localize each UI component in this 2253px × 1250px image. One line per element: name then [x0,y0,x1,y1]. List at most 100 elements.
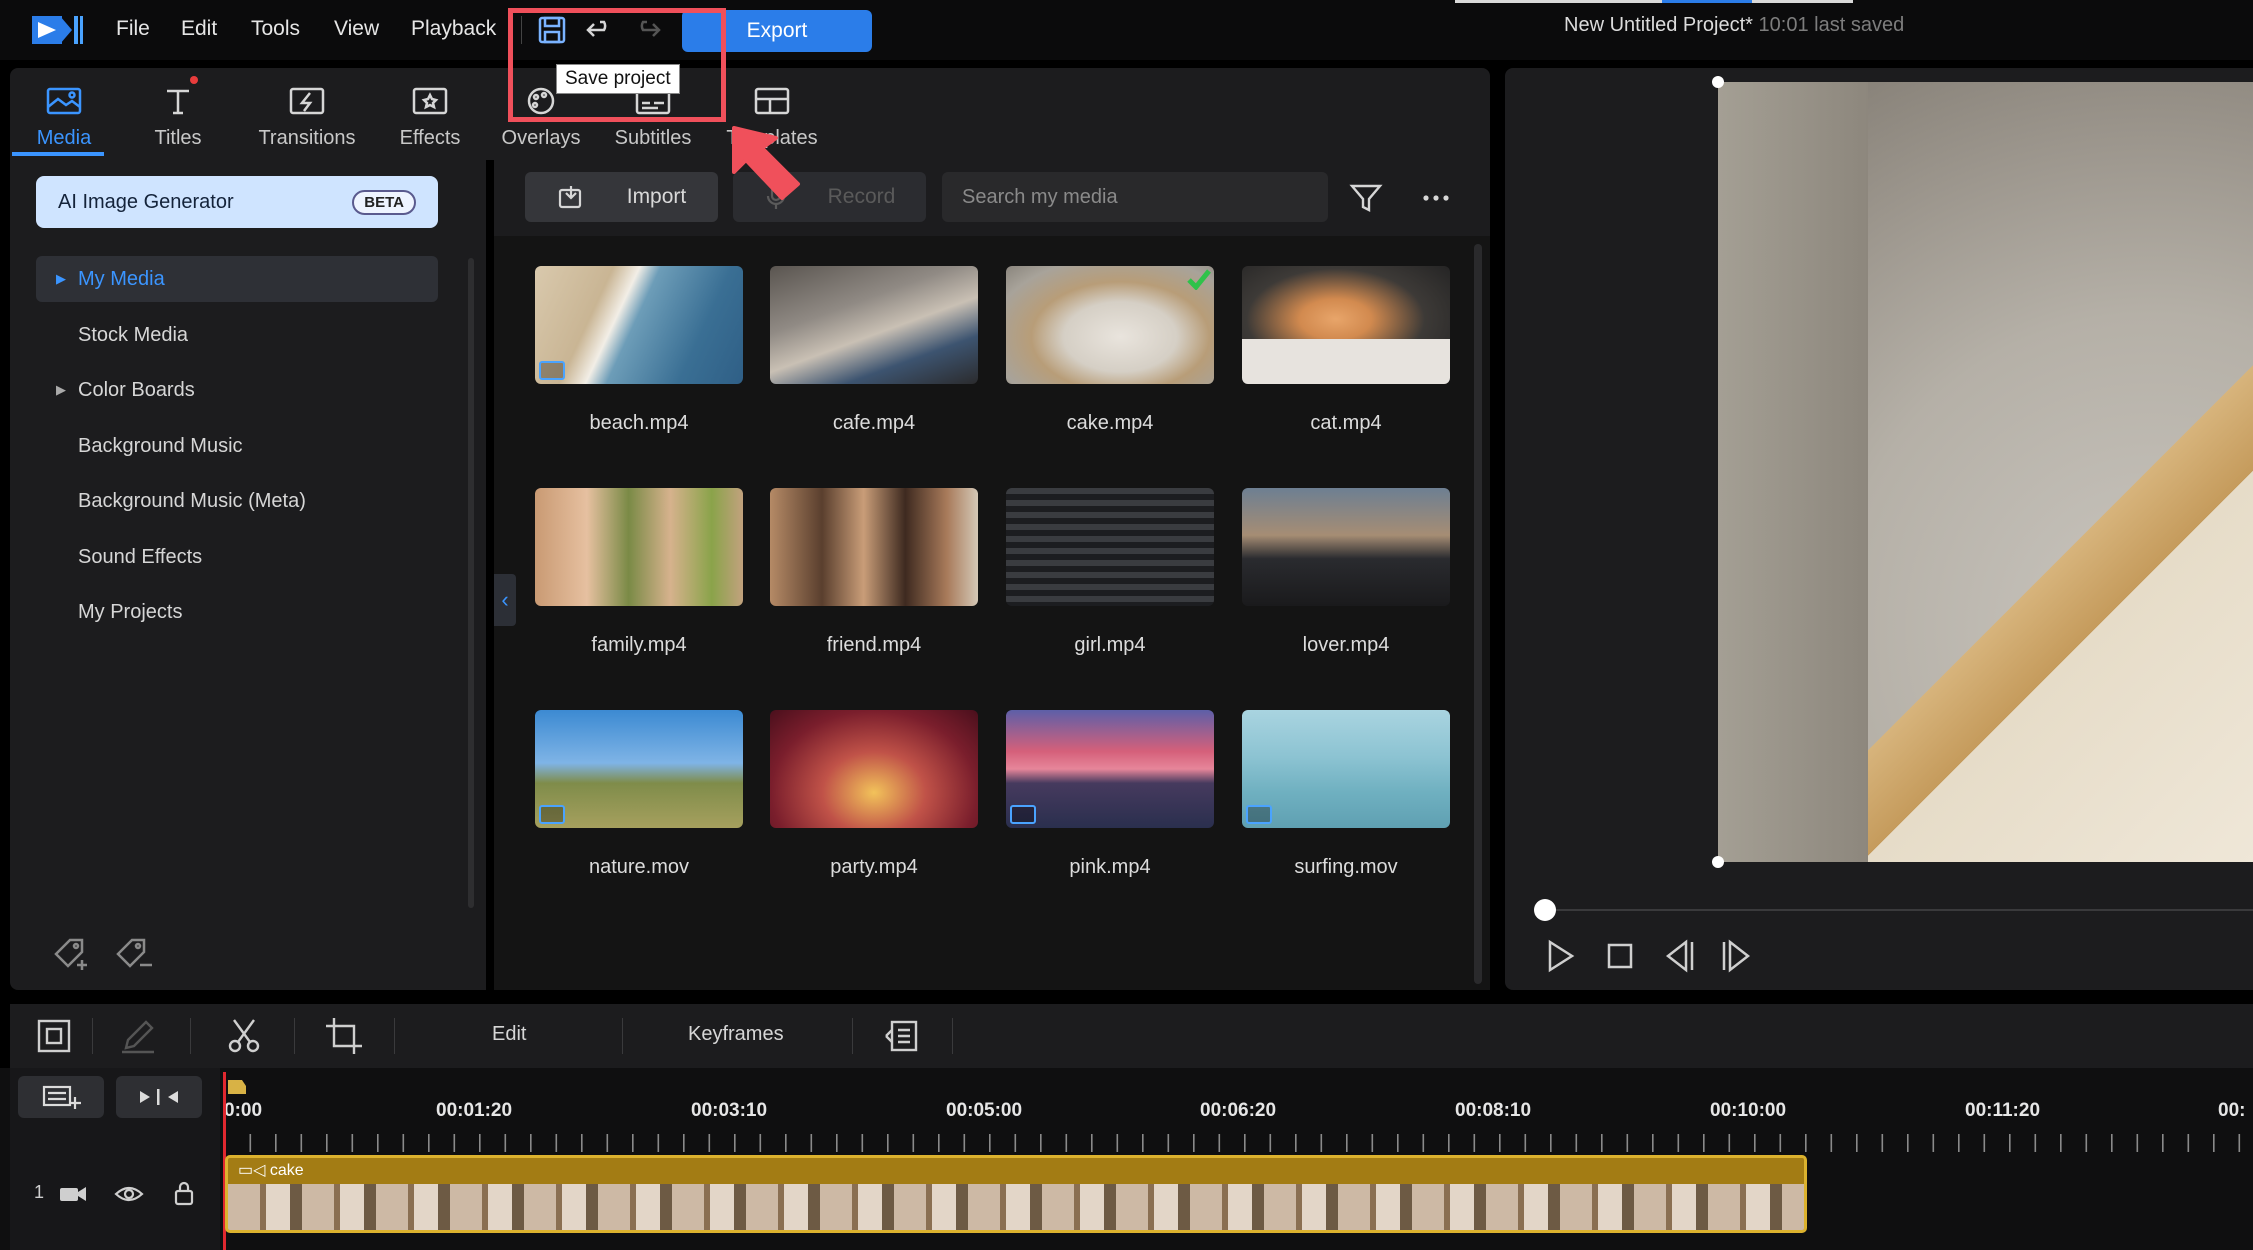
sidebar-item-background-music-meta[interactable]: Background Music (Meta) [36,478,438,524]
preview-scrubber-track[interactable] [1544,909,2253,911]
ruler-tick-label: 00:11:20 [1965,1100,2041,1121]
media-label: beach.mp4 [589,412,689,434]
sidebar-item-background-music[interactable]: Background Music [36,423,438,469]
video-badge-icon [539,361,565,380]
media-thumbnail[interactable] [770,266,978,384]
toolbar-divider [394,1018,395,1054]
media-scrollbar[interactable] [1474,244,1482,984]
sidebar-item-label: Background Music (Meta) [78,489,306,512]
add-track-button[interactable] [18,1076,104,1118]
tab-effects[interactable]: Effects [382,68,478,160]
tab-label: Effects [399,127,461,149]
sidebar-item-my-media[interactable]: ▶ My Media [36,256,438,302]
menubar: File Edit Tools View Playback Export New… [0,0,2253,60]
thumb-detail [1242,339,1450,384]
menu-edit[interactable]: Edit [181,14,217,44]
sidebar-item-color-boards[interactable]: ▶ Color Boards [36,367,438,413]
lock-icon[interactable] [172,1180,196,1206]
preview-scrubber-knob[interactable] [1534,899,1556,921]
collapse-sidebar-button[interactable]: ‹ [494,574,516,626]
tab-label: Overlays [501,127,581,149]
beta-badge: BETA [352,190,416,215]
preview-curtain [1718,82,1868,862]
import-button[interactable]: Import [525,172,718,222]
timeline-keyframes-button[interactable]: Keyframes [688,1023,784,1046]
timeline-ruler[interactable] [224,1130,2253,1152]
sidebar-item-label: Color Boards [78,378,195,401]
resize-handle[interactable] [1712,856,1724,868]
transitions-icon [289,87,325,115]
play-icon[interactable] [1540,936,1580,976]
media-label: party.mp4 [830,856,918,878]
import-icon [558,186,581,209]
media-label: lover.mp4 [1302,634,1390,656]
fit-timeline-button[interactable] [116,1076,202,1118]
previous-frame-icon[interactable] [1660,936,1700,976]
sidebar-item-my-projects[interactable]: My Projects [36,589,438,635]
tab-label: Subtitles [614,127,692,149]
expand-arrow-icon[interactable]: ▶ [56,382,66,398]
sidebar-scrollbar[interactable] [468,258,474,908]
timeline-clip[interactable]: ▭◁ cake [225,1155,1807,1233]
expand-arrow-icon[interactable]: ▶ [56,271,66,287]
stop-icon[interactable] [1600,936,1640,976]
video-badge-icon [1010,805,1036,824]
pen-icon[interactable] [118,1016,158,1056]
titles-icon [167,89,189,115]
sidebar-item-sound-effects[interactable]: Sound Effects [36,534,438,580]
media-thumbnail[interactable] [1242,710,1450,828]
remove-tag-icon[interactable] [112,930,156,974]
tab-label: Titles [154,127,202,149]
tab-label: Transitions [258,127,356,149]
menu-view[interactable]: View [334,14,379,44]
media-thumbnail[interactable] [770,710,978,828]
media-thumbnail[interactable] [1242,488,1450,606]
media-thumbnail[interactable] [535,488,743,606]
project-title: New Untitled Project* 10:01 last saved [1564,14,1904,37]
active-tab-indicator [12,152,104,156]
next-frame-icon[interactable] [1716,936,1756,976]
playhead-marker-icon[interactable] [226,1078,248,1096]
media-thumbnail[interactable] [1006,710,1214,828]
ai-image-generator-button[interactable]: AI Image Generator BETA [36,176,438,228]
timeline-select-icon[interactable] [34,1016,74,1056]
timeline-edit-button[interactable]: Edit [492,1023,526,1046]
fit-timeline-icon [140,1089,178,1105]
resize-handle[interactable] [1712,76,1724,88]
tab-titles[interactable]: Titles [132,68,224,160]
scissors-icon[interactable] [224,1016,264,1056]
ruler-tick-label: 00:01:20 [436,1100,513,1121]
filter-icon[interactable] [1348,180,1384,216]
media-icon [46,87,82,115]
menu-playback[interactable]: Playback [411,14,496,44]
sidebar-item-stock-media[interactable]: Stock Media [36,312,438,358]
media-thumbnail[interactable] [1242,266,1450,384]
media-thumbnail[interactable] [770,488,978,606]
subtitle-list-icon[interactable] [882,1016,922,1056]
eye-icon[interactable] [114,1182,144,1206]
search-input[interactable]: Search my media [942,172,1328,222]
media-thumbnail[interactable] [1006,488,1214,606]
ruler-tick-label: 00:05:00 [946,1100,1023,1121]
tab-transitions[interactable]: Transitions [242,68,372,160]
media-label: girl.mp4 [1074,634,1146,656]
ruler-tick-label: 00:08:10 [1455,1100,1532,1121]
preview-video[interactable] [1718,82,2253,862]
toolbar-divider [952,1018,953,1054]
top-strip-accent [1662,0,1752,3]
add-tag-icon[interactable] [50,930,94,974]
tab-media[interactable]: Media [14,68,114,160]
media-label: cake.mp4 [1066,412,1154,434]
sidebar-item-label: My Media [78,267,165,290]
more-options-icon[interactable] [1418,180,1454,216]
checkmark-icon [1187,269,1211,290]
sidebar-item-label: Stock Media [78,323,189,346]
media-thumbnail[interactable] [1006,266,1214,384]
media-thumbnail[interactable] [535,710,743,828]
toolbar-divider [190,1018,191,1054]
clip-label: ▭◁ cake [238,1160,304,1180]
media-thumbnail[interactable] [535,266,743,384]
menu-tools[interactable]: Tools [251,14,300,44]
crop-icon[interactable] [324,1016,364,1056]
menu-file[interactable]: File [116,14,150,44]
